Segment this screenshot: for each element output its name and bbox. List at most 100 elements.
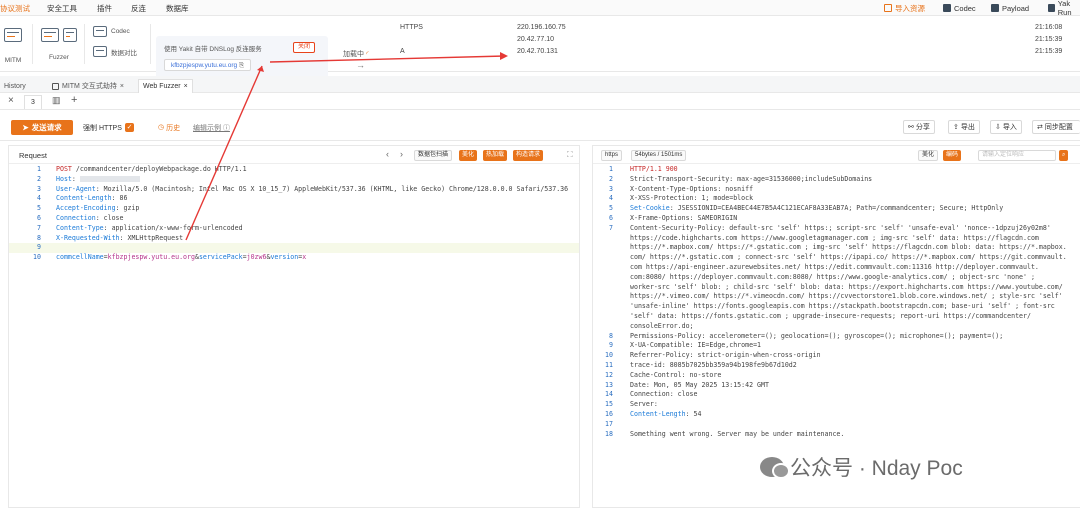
web-fuzzer-icon: [41, 28, 59, 42]
header-key: Content-Length: [56, 194, 112, 203]
response-editor[interactable]: 1 HTTP/1.1 900 2 Strict-Transport-Security:…: [593, 165, 1080, 439]
code-line: 10 commcellName=kfbzpjespw.yutu.eu.org&se…: [9, 253, 579, 263]
response-text: Cache-Control: no-store: [630, 370, 722, 379]
tab-web-fuzzer[interactable]: Web Fuzzer ×: [138, 79, 193, 93]
prev-icon[interactable]: ‹: [386, 149, 389, 159]
action-bar: ➤ 发送请求 强制 HTTPS ✓ ◷ 历史 编辑示例 ⓘ ⚯ 分享 ⇪ 导出 …: [0, 113, 1080, 141]
payload-button[interactable]: Payload: [991, 2, 1029, 14]
menu-item-plugins[interactable]: 插件: [97, 3, 112, 14]
packet-scan-button[interactable]: 数据包扫描: [414, 150, 453, 161]
divider: [150, 24, 151, 64]
add-tab-icon[interactable]: +: [71, 94, 77, 106]
protocol-badge: https: [601, 150, 623, 161]
line-number: 3: [609, 184, 613, 193]
export-icon: ⇪: [953, 124, 959, 131]
dnslog-domain[interactable]: kfbzpjespw.yutu.eu.org ⎘: [164, 59, 252, 71]
close-icon[interactable]: ×: [184, 83, 188, 90]
encoding-select[interactable]: 编码: [943, 150, 962, 161]
tab-mitm[interactable]: MITM 交互式劫持 ×: [48, 79, 128, 93]
yak-run-button[interactable]: Yak Run: [1048, 0, 1080, 17]
line-number: 6: [37, 213, 41, 222]
code-line: com/ https://*.gstatic.com ; connect-src…: [593, 253, 1080, 263]
arrow-right-icon: →: [356, 60, 365, 70]
code-line: 7 Content-Type: application/x-www-form-ur…: [9, 224, 579, 234]
dns-record-ip: 20.42.70.131: [517, 48, 558, 55]
share-button[interactable]: ⚯ 分享: [903, 120, 935, 134]
menu-item-database[interactable]: 数据库: [166, 3, 189, 14]
request-header: Request ‹ › 数据包扫描 美化 热加载 构造请求 ⛶: [9, 146, 579, 164]
line-number: 2: [609, 174, 613, 183]
code-line: 8 X-Requested-With: XMLHttpRequest: [9, 234, 579, 244]
import-button[interactable]: ⇩ 导入: [990, 120, 1022, 134]
send-icon: ➤: [22, 123, 29, 132]
code-line: https://code.highcharts.com https://www.…: [593, 234, 1080, 244]
header-value: : 86: [111, 194, 128, 203]
code-line: 7 Content-Security-Policy: default-src 's…: [593, 224, 1080, 234]
locate-response-input[interactable]: 请输入定位响应: [978, 150, 1056, 161]
payload-label: Payload: [1002, 3, 1030, 13]
sub-tab-3[interactable]: 3: [24, 95, 42, 109]
send-request-button[interactable]: ➤ 发送请求: [11, 120, 73, 135]
fuzzer-ws-tool[interactable]: [63, 28, 77, 45]
request-editor[interactable]: 1 POST /commandcenter/deployWebpackage.do…: [9, 165, 579, 263]
sync-config-label: 同步配置: [1044, 124, 1073, 131]
tool-strip: MITM Fuzzer Codec 数据对比 使用 Yakit 自带 DNSLo…: [0, 16, 1080, 82]
compare-label: 数据对比: [111, 49, 137, 57]
header-value: : JSESSIONID=CEA4BEC44E7B5A4C121ECAF8A33…: [669, 204, 1004, 213]
split-icon[interactable]: ▥: [52, 95, 61, 106]
line-number: 8: [609, 331, 613, 340]
watermark: 公众号 · Nday Poc: [760, 452, 963, 482]
codec-top-button[interactable]: Codec: [943, 2, 976, 14]
export-button[interactable]: ⇪ 导出: [948, 120, 980, 134]
beautify-button[interactable]: 美化: [459, 150, 478, 161]
hot-reload-button[interactable]: 热加载: [483, 150, 508, 161]
fullscreen-icon[interactable]: ⛶: [567, 150, 573, 160]
sync-config-button[interactable]: ⇄ 同步配置: [1032, 120, 1080, 134]
dnslog-close-button[interactable]: 关闭: [293, 42, 316, 53]
mitm-tool[interactable]: MITM: [4, 28, 22, 64]
examples-link[interactable]: 编辑示例 ⓘ: [193, 123, 230, 133]
tab-history-label: History: [4, 82, 26, 90]
code-line: com:8080/ https://deployer.commvault.com…: [593, 273, 1080, 283]
fuzzer-web-tool[interactable]: [41, 28, 59, 45]
menu-item-protocol-test[interactable]: 协议测试: [0, 3, 30, 14]
copy-icon[interactable]: ⎘: [239, 62, 244, 69]
import-resources-button[interactable]: 导入资源: [884, 2, 925, 14]
dns-record-type: HTTPS: [400, 24, 423, 31]
response-text: https://code.highcharts.com https://www.…: [630, 233, 1039, 242]
search-icon[interactable]: ⌕: [1059, 150, 1069, 161]
line-number: 6: [609, 213, 613, 222]
line-number: 2: [37, 174, 41, 183]
tab-history[interactable]: History: [0, 79, 30, 93]
body-param-value: x: [302, 253, 307, 262]
response-text: com/ https://*.gstatic.com ; connect-src…: [630, 253, 1067, 262]
code-line: 5 Set-Cookie: JSESSIONID=CEA4BEC44E7B5A4C…: [593, 204, 1080, 214]
code-line: 8 Permissions-Policy: accelerometer=(); g…: [593, 332, 1080, 342]
wechat-icon: [760, 457, 790, 479]
close-icon[interactable]: ×: [120, 83, 124, 90]
code-line: 6 Connection: close: [9, 214, 579, 224]
response-text: X-Content-Type-Options: nosniff: [630, 184, 754, 193]
line-number: 11: [605, 360, 613, 369]
force-https-checkbox[interactable]: ✓: [125, 123, 134, 132]
code-line-current: 9: [9, 243, 579, 254]
response-text: worker-src 'self' blob: ; child-src 'sel…: [630, 282, 1063, 291]
build-request-button[interactable]: 构造请求: [513, 150, 544, 161]
request-line: /commandcenter/deployWebpackage.do HTTP/…: [71, 165, 247, 173]
code-line: 'unsafe-inline' https://fonts.googleapis…: [593, 302, 1080, 312]
history-button[interactable]: ◷ 历史: [158, 123, 180, 133]
menu-item-security-tools[interactable]: 安全工具: [47, 3, 77, 14]
dns-record-ip: 220.196.160.75: [517, 24, 566, 31]
codec-icon: [943, 4, 951, 12]
history-icon: ◷: [158, 124, 165, 131]
next-icon[interactable]: ›: [400, 149, 403, 159]
line-number: 10: [33, 253, 41, 262]
menu-item-reverse[interactable]: 反连: [131, 3, 146, 14]
dnslog-title: 使用 Yakit 自带 DNSLog 反连服务: [164, 46, 262, 53]
codec-tool[interactable]: Codec: [93, 26, 130, 37]
close-icon[interactable]: ×: [8, 95, 14, 106]
response-beautify-button[interactable]: 美化: [918, 150, 939, 161]
response-text: Date: Mon, 05 May 2025 13:15:42 GMT: [630, 380, 769, 389]
response-text: com:8080/ https://deployer.commvault.com…: [630, 272, 1035, 281]
compare-tool[interactable]: 数据对比: [93, 46, 137, 57]
